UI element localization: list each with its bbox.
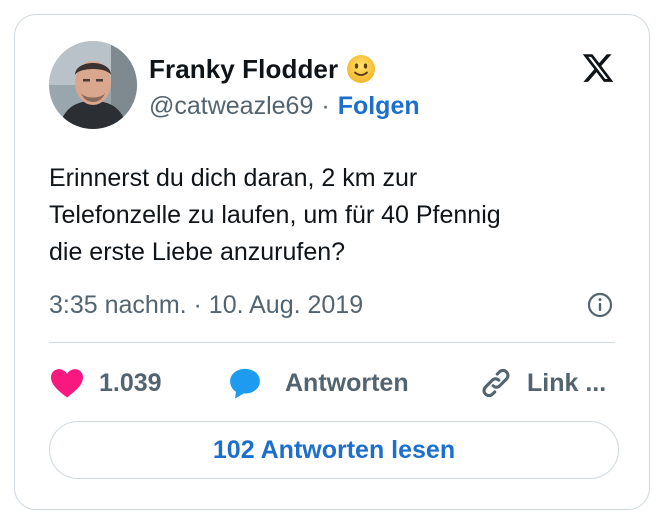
tweet-timestamp[interactable]: 3:35 nachm. · 10. Aug. 2019 bbox=[49, 287, 363, 323]
link-icon bbox=[482, 368, 510, 398]
like-button[interactable]: 1.039 bbox=[49, 363, 162, 403]
author-handle[interactable]: @catweazle69 bbox=[149, 92, 313, 121]
like-count: 1.039 bbox=[99, 368, 162, 397]
speech-bubble-icon bbox=[230, 368, 260, 399]
slightly-smiling-face-icon bbox=[347, 55, 376, 83]
avatar[interactable] bbox=[49, 41, 137, 129]
action-bar: 1.039 Antworten Link ... bbox=[49, 363, 629, 403]
divider bbox=[49, 342, 615, 343]
reply-button[interactable]: Antworten bbox=[227, 363, 409, 403]
tweet-text-line: Telefonzelle zu laufen, um für 40 Pfenni… bbox=[49, 201, 501, 229]
copy-link-button[interactable]: Link ... bbox=[479, 363, 606, 403]
heart-icon bbox=[51, 369, 83, 398]
author-name[interactable]: Franky Flodder bbox=[149, 54, 338, 85]
info-icon[interactable] bbox=[587, 292, 613, 318]
tweet-embed-card: Franky Flodder @catweazle69 · Folgen Eri… bbox=[14, 14, 650, 510]
x-logo-icon[interactable] bbox=[581, 51, 615, 85]
link-label: Link ... bbox=[527, 368, 607, 397]
separator-dot: · bbox=[321, 91, 330, 120]
reply-label: Antworten bbox=[285, 368, 409, 397]
tweet-text-line: Erinnerst du dich daran, 2 km zur bbox=[49, 164, 418, 192]
read-replies-button[interactable]: 102 Antworten lesen bbox=[49, 421, 619, 479]
avatar-photo bbox=[49, 41, 137, 129]
tweet-text-line: die erste Liebe anzurufen? bbox=[49, 238, 346, 266]
tweet-text: Erinnerst du dich daran, 2 km zur Telefo… bbox=[49, 160, 629, 271]
follow-link[interactable]: Folgen bbox=[338, 92, 420, 121]
